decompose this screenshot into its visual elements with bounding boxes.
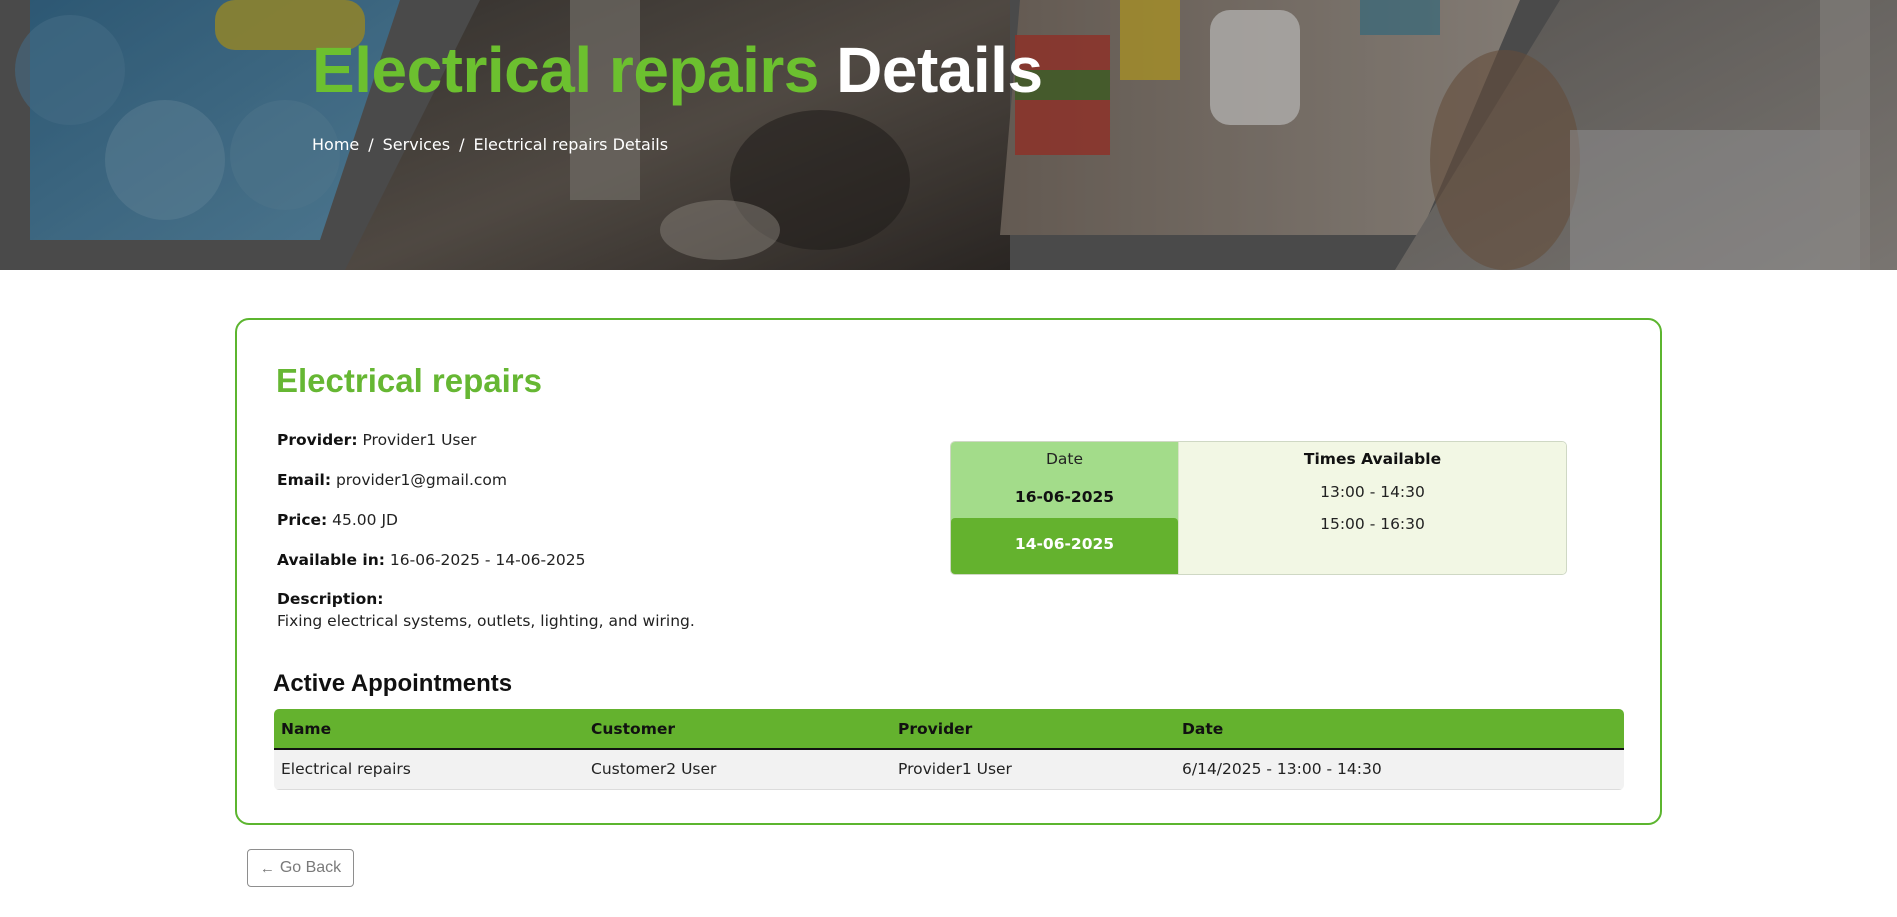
price-row: Price: 45.00 JD	[277, 510, 695, 550]
active-appointments-title: Active Appointments	[273, 670, 513, 697]
page-title-highlight: Electrical repairs	[312, 34, 819, 106]
description-label: Description:	[277, 590, 384, 608]
breadcrumb: Home / Services / Electrical repairs Det…	[312, 135, 668, 154]
column-header-date: Date	[1175, 709, 1624, 750]
hero-banner: Electrical repairs Details Home / Servic…	[0, 0, 1897, 270]
time-slot[interactable]: 13:00 - 14:30	[1179, 476, 1566, 508]
cell-provider: Provider1 User	[891, 749, 1175, 790]
column-header-provider: Provider	[891, 709, 1175, 750]
availability-value: 16-06-2025 - 14-06-2025	[389, 551, 586, 569]
column-header-name: Name	[274, 709, 584, 750]
breadcrumb-current: Electrical repairs Details	[473, 135, 669, 154]
date-option[interactable]: 16-06-2025	[951, 476, 1178, 518]
description-text: Fixing electrical systems, outlets, ligh…	[277, 612, 695, 630]
page-title-rest: Details	[836, 34, 1043, 106]
table-header-row: Name Customer Provider Date	[274, 709, 1624, 750]
provider-label: Provider:	[277, 431, 358, 449]
date-column: Date 16-06-2025 14-06-2025	[951, 442, 1178, 574]
email-row: Email: provider1@gmail.com	[277, 470, 695, 510]
page-title: Electrical repairs Details	[312, 38, 1043, 102]
email-value: provider1@gmail.com	[335, 471, 507, 489]
availability-row: Available in: 16-06-2025 - 14-06-2025	[277, 550, 695, 590]
time-slot[interactable]: 15:00 - 16:30	[1179, 508, 1566, 540]
breadcrumb-services-link[interactable]: Services	[383, 135, 450, 154]
service-details-card: Electrical repairs Provider: Provider1 U…	[235, 318, 1662, 825]
date-column-header: Date	[1045, 450, 1084, 468]
price-label: Price:	[277, 511, 328, 529]
go-back-label: Go Back	[279, 859, 342, 876]
service-info: Provider: Provider1 User Email: provider…	[277, 430, 695, 630]
provider-value: Provider1 User	[362, 431, 477, 449]
cell-date: 6/14/2025 - 13:00 - 14:30	[1175, 749, 1624, 790]
table-row: Electrical repairs Customer2 User Provid…	[274, 749, 1624, 790]
breadcrumb-separator: /	[368, 135, 374, 154]
cell-customer: Customer2 User	[584, 749, 891, 790]
column-header-customer: Customer	[584, 709, 891, 750]
provider-row: Provider: Provider1 User	[277, 430, 695, 470]
email-label: Email:	[277, 471, 332, 489]
cell-name: Electrical repairs	[274, 749, 584, 790]
description-block: Description: Fixing electrical systems, …	[277, 590, 695, 630]
left-arrow-icon: ←	[259, 859, 275, 877]
go-back-button[interactable]: ← Go Back	[247, 849, 354, 887]
availability-label: Available in:	[277, 551, 385, 569]
breadcrumb-separator: /	[459, 135, 465, 154]
breadcrumb-home-link[interactable]: Home	[312, 135, 359, 154]
availability-slots: Date 16-06-2025 14-06-2025 Times Availab…	[950, 441, 1567, 575]
times-column-header: Times Available	[1303, 450, 1442, 468]
price-value: 45.00 JD	[332, 511, 398, 529]
date-option-selected[interactable]: 14-06-2025	[951, 518, 1178, 574]
times-column: Times Available 13:00 - 14:30 15:00 - 16…	[1178, 442, 1566, 574]
service-title: Electrical repairs	[276, 362, 542, 399]
appointments-table: Name Customer Provider Date Electrical r…	[274, 709, 1624, 790]
